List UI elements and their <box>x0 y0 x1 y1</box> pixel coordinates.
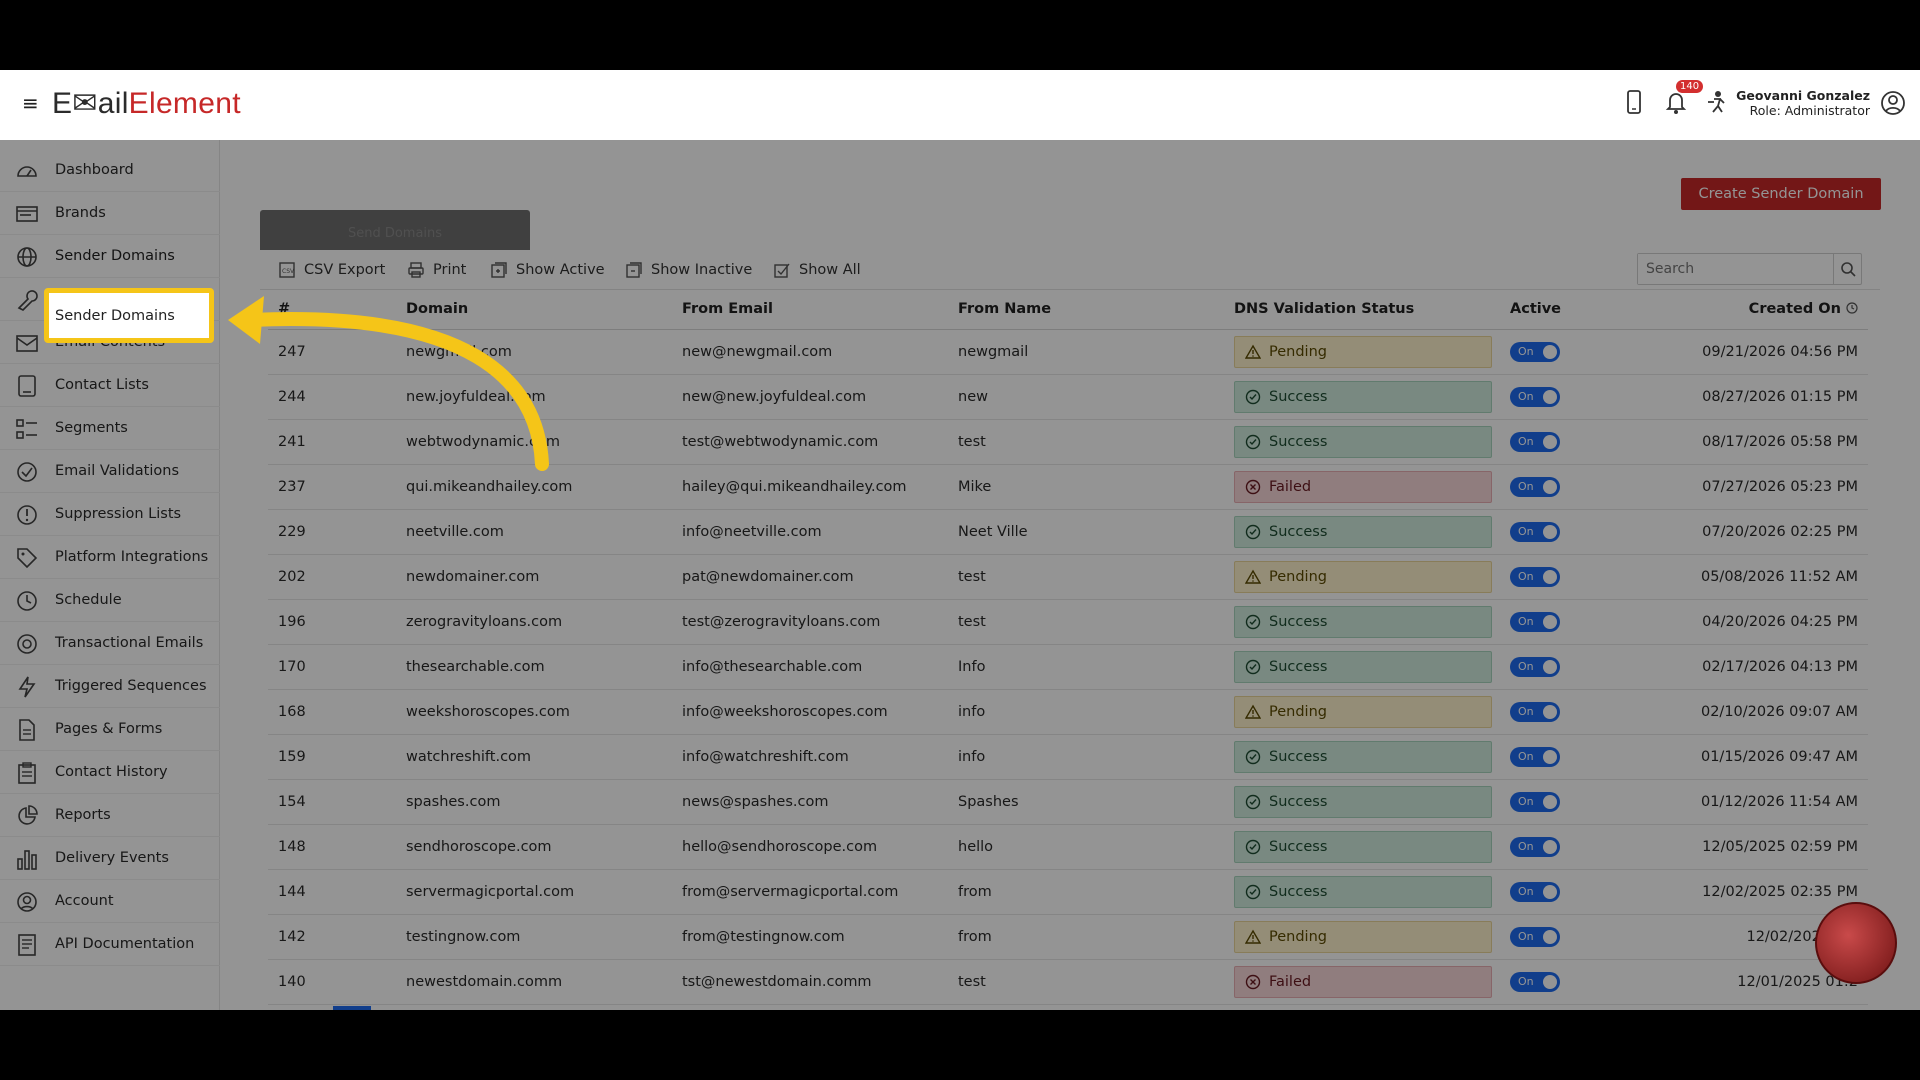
tutorial-dim-overlay <box>0 140 1920 1010</box>
header-icons: 140 <box>1622 80 1730 116</box>
user-role: Role: Administrator <box>1749 103 1870 118</box>
bell-icon[interactable]: 140 <box>1664 80 1704 116</box>
highlighted-sender-domains-item[interactable]: Sender Domains <box>44 288 214 343</box>
app-logo[interactable]: E✉ailElement <box>52 86 241 121</box>
user-name: Geovanni Gonzalez <box>1736 88 1870 103</box>
highlighted-label: Sender Domains <box>55 308 175 324</box>
logo-text-email: E✉ail <box>52 87 129 120</box>
logout-icon[interactable] <box>1706 88 1730 116</box>
chat-assistant-bubble[interactable] <box>1815 902 1897 984</box>
user-info[interactable]: Geovanni Gonzalez Role: Administrator <box>1736 88 1870 118</box>
mobile-icon[interactable] <box>1622 88 1646 116</box>
top-header: ≡ E✉ailElement 140 Geovanni Gonzalez Rol… <box>0 70 1920 140</box>
user-avatar-icon[interactable] <box>1880 90 1906 116</box>
app-window: ≡ E✉ailElement 140 Geovanni Gonzalez Rol… <box>0 70 1920 1010</box>
notification-badge: 140 <box>1676 80 1704 93</box>
tutorial-arrow-icon <box>228 296 549 471</box>
hamburger-menu-icon[interactable]: ≡ <box>22 93 40 113</box>
logo-text-element: Element <box>128 87 241 120</box>
